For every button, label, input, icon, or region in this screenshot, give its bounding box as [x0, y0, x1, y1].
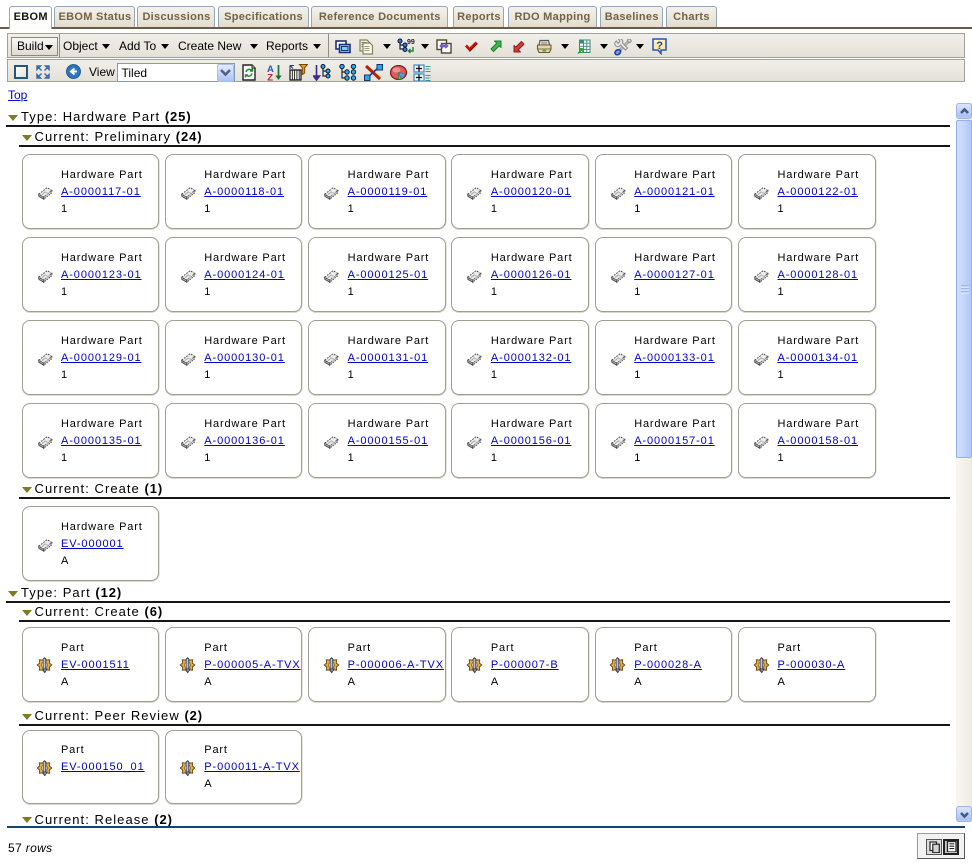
svg-text:?: ? — [656, 40, 663, 52]
svg-text:Z: Z — [267, 72, 273, 81]
svg-text:99: 99 — [407, 39, 415, 46]
